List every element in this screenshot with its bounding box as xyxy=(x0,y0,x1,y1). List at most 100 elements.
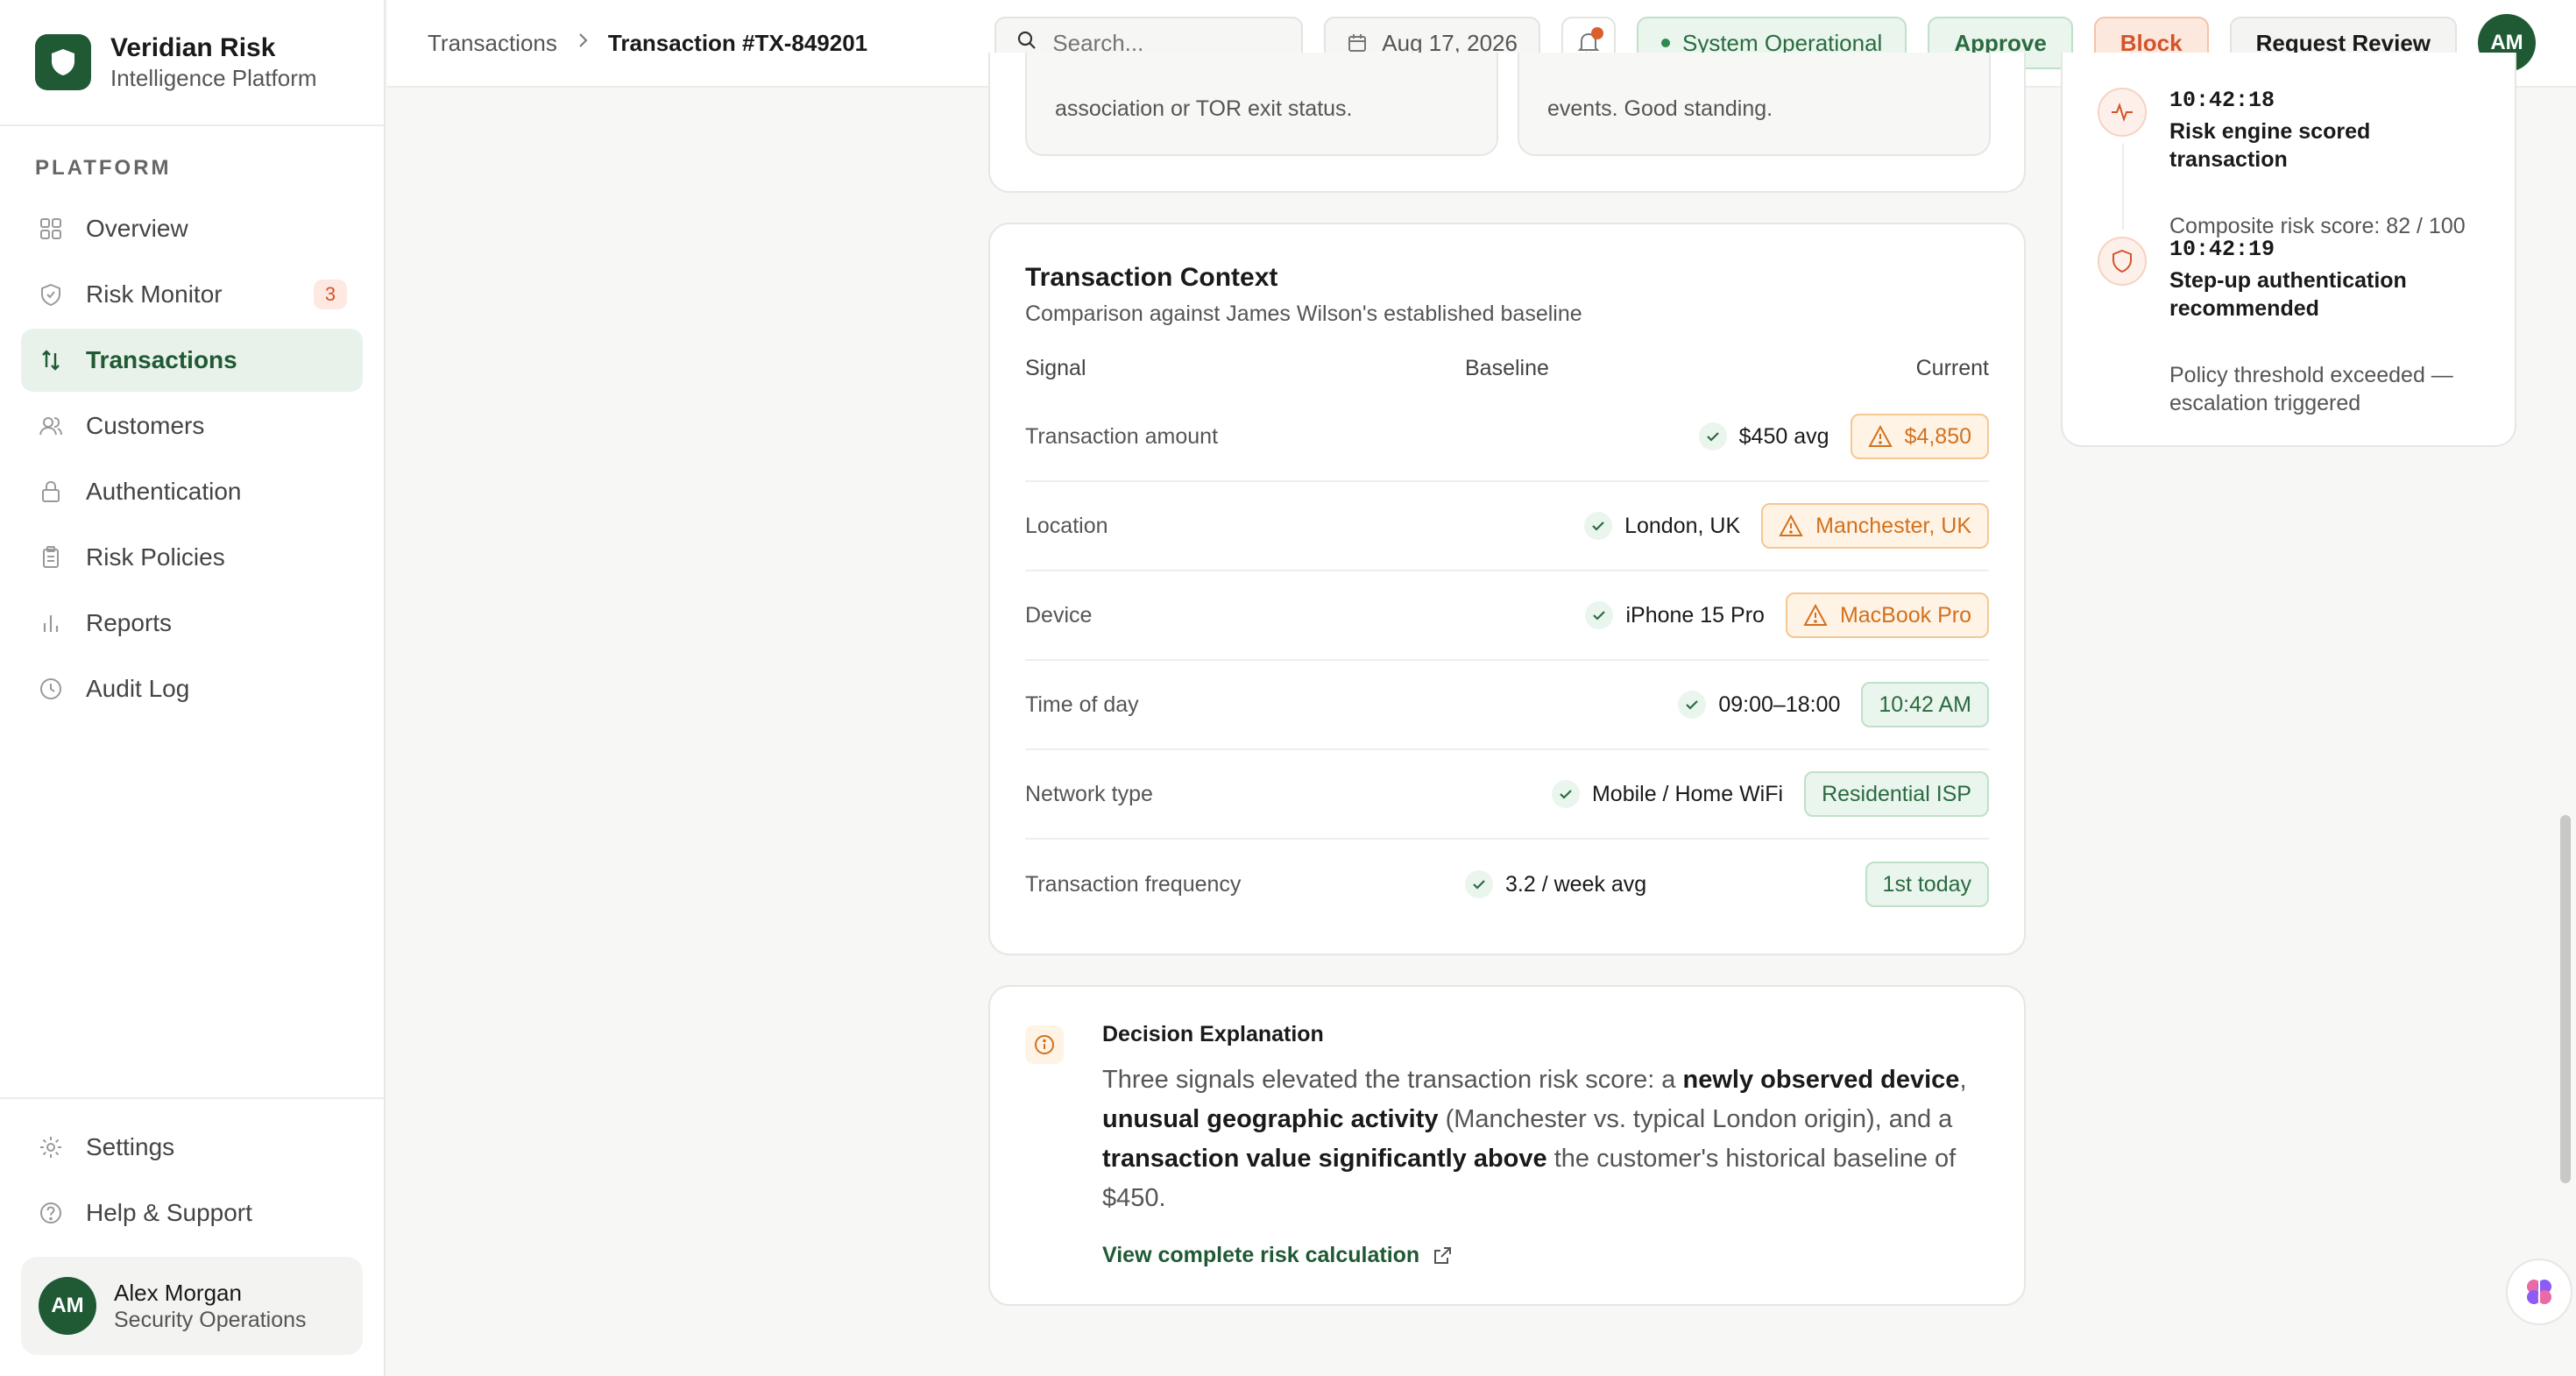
explanation-text: , xyxy=(1959,1066,1967,1094)
signal-card-text: events. Good standing. xyxy=(1547,96,1773,121)
sidebar-item-help[interactable]: Help & Support xyxy=(21,1181,363,1245)
sidebar-item-label: Audit Log xyxy=(86,675,190,702)
column-header-current: Current xyxy=(1915,356,1989,380)
transaction-context-card: Transaction Context Comparison against J… xyxy=(988,223,2026,955)
help-icon xyxy=(37,1199,65,1227)
sidebar-item-reports[interactable]: Reports xyxy=(21,592,363,655)
baseline-value: 09:00–18:00 xyxy=(1678,691,1840,719)
explanation-body: Three signals elevated the transaction r… xyxy=(1102,1060,1987,1218)
section-subtitle: Comparison against James Wilson's establ… xyxy=(1025,301,1582,326)
sidebar-item-customers[interactable]: Customers xyxy=(21,394,363,457)
signal-label: Transaction amount xyxy=(1025,423,1219,449)
sidebar-item-authentication[interactable]: Authentication xyxy=(21,460,363,523)
current-value-tag: $4,850 xyxy=(1850,414,1989,459)
calendar-icon xyxy=(1347,32,1368,53)
warning-icon xyxy=(1779,514,1803,537)
brand[interactable]: Veridian Risk Intelligence Platform xyxy=(0,0,384,126)
signal-card-text: association or TOR exit status. xyxy=(1055,96,1353,121)
grid-icon xyxy=(37,215,65,243)
link-label: View complete risk calculation xyxy=(1102,1243,1420,1267)
sidebar-item-risk-monitor[interactable]: Risk Monitor 3 xyxy=(21,263,363,326)
clipboard-icon xyxy=(37,543,65,571)
sidebar-item-overview[interactable]: Overview xyxy=(21,197,363,260)
sidebar-item-label: Help & Support xyxy=(86,1199,252,1226)
sidebar-item-label: Reports xyxy=(86,609,173,636)
check-icon xyxy=(1698,422,1727,450)
status-dot xyxy=(1660,39,1670,47)
lock-icon xyxy=(37,478,65,506)
check-icon xyxy=(1465,870,1493,898)
brain-icon xyxy=(2522,1274,2557,1309)
nav-section-label: PLATFORM xyxy=(35,156,172,180)
users-icon xyxy=(37,412,65,440)
current-value-tag: 10:42 AM xyxy=(1861,682,1989,727)
baseline-value: Mobile / Home WiFi xyxy=(1551,780,1783,808)
chevron-right-icon xyxy=(577,31,589,55)
current-text: Manchester, UK xyxy=(1815,513,1971,538)
sidebar: Veridian Risk Intelligence Platform PLAT… xyxy=(0,0,386,1376)
current-text: $4,850 xyxy=(1904,423,1971,449)
sidebar-bottom: Settings Help & Support AM Alex Morgan S… xyxy=(0,1097,384,1376)
sidebar-item-label: Transactions xyxy=(86,346,237,373)
external-link-icon xyxy=(1432,1245,1453,1266)
sidebar-item-audit-log[interactable]: Audit Log xyxy=(21,657,363,720)
user-role: Security Operations xyxy=(114,1308,307,1332)
section-title: Transaction Context xyxy=(1025,263,1278,292)
view-risk-calculation-link[interactable]: View complete risk calculation xyxy=(1102,1243,1453,1268)
sidebar-item-label: Risk Monitor xyxy=(86,280,223,308)
baseline-text: $450 avg xyxy=(1738,423,1829,449)
baseline-text: iPhone 15 Pro xyxy=(1625,602,1765,628)
user-card[interactable]: AM Alex Morgan Security Operations xyxy=(21,1257,363,1355)
timeline-time: 10:42:19 xyxy=(2169,237,2275,262)
notification-dot xyxy=(1590,27,1603,39)
explanation-title: Decision Explanation xyxy=(1102,1022,1324,1046)
signals-card: association or TOR exit status. events. … xyxy=(988,53,2026,193)
baseline-value: London, UK xyxy=(1584,512,1740,540)
sidebar-item-settings[interactable]: Settings xyxy=(21,1116,363,1179)
table-row: Transaction frequency 3.2 / week avg 1st… xyxy=(1025,840,1989,929)
breadcrumb-transactions[interactable]: Transactions xyxy=(428,30,557,57)
scrollbar[interactable] xyxy=(2560,815,2571,1183)
table-row: Device iPhone 15 Pro MacBook Pro xyxy=(1025,571,1989,661)
avatar: AM xyxy=(39,1277,96,1335)
baseline-text: 3.2 / week avg xyxy=(1505,871,1647,897)
baseline-value: $450 avg xyxy=(1698,422,1829,450)
assistant-button[interactable] xyxy=(2506,1259,2572,1325)
sidebar-item-risk-policies[interactable]: Risk Policies xyxy=(21,526,363,589)
sidebar-item-label: Customers xyxy=(86,412,205,439)
baseline-value: 3.2 / week avg xyxy=(1465,870,1646,898)
warning-icon xyxy=(1867,425,1893,448)
breadcrumb-current: Transaction #TX-849201 xyxy=(607,29,868,56)
bar-chart-icon xyxy=(37,609,65,637)
current-value-tag: Manchester, UK xyxy=(1761,503,1989,549)
column-header-signal: Signal xyxy=(1025,356,1086,380)
table-row: Location London, UK Manchester, UK xyxy=(1025,482,1989,571)
activity-icon xyxy=(2098,88,2147,137)
check-icon xyxy=(1551,780,1580,808)
check-icon xyxy=(1585,601,1614,629)
timeline-desc: Policy threshold exceeded — escalation t… xyxy=(2169,363,2453,415)
timeline-title: Risk engine scored transaction xyxy=(2169,119,2371,172)
baseline-value: iPhone 15 Pro xyxy=(1585,601,1765,629)
clock-icon xyxy=(37,675,65,703)
sidebar-item-label: Risk Policies xyxy=(86,543,225,571)
current-text: MacBook Pro xyxy=(1839,602,1971,628)
decision-explanation-card: Decision Explanation Three signals eleva… xyxy=(988,985,2026,1306)
arrows-updown-icon xyxy=(37,346,65,374)
sidebar-item-transactions[interactable]: Transactions xyxy=(21,329,363,392)
sidebar-item-label: Overview xyxy=(86,215,188,242)
timeline-time: 10:42:18 xyxy=(2169,88,2275,113)
shield-icon xyxy=(2098,237,2147,286)
brand-logo-icon xyxy=(35,34,91,90)
info-icon xyxy=(1025,1025,1064,1064)
baseline-text: London, UK xyxy=(1624,513,1741,538)
shield-icon xyxy=(37,280,65,309)
explanation-emphasis: newly observed device xyxy=(1682,1066,1960,1094)
signal-label: Time of day xyxy=(1025,692,1139,717)
explanation-text: Three signals elevated the transaction r… xyxy=(1102,1066,1683,1094)
timeline-title: Step-up authentication recommended xyxy=(2169,268,2407,321)
timeline-connector xyxy=(2122,144,2124,230)
timeline-card: 10:42:18 Risk engine scored transaction … xyxy=(2061,53,2516,447)
brand-subtitle: Intelligence Platform xyxy=(110,65,317,91)
explanation-emphasis: transaction value significantly above xyxy=(1102,1145,1547,1173)
